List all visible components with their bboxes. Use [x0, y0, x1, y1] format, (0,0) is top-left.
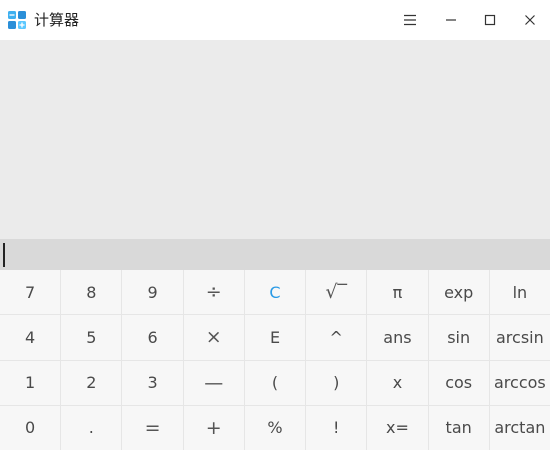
key-e[interactable]: E — [244, 315, 306, 360]
key-6[interactable]: 6 — [122, 315, 183, 360]
key-cos[interactable]: cos — [428, 360, 489, 405]
maximize-icon — [484, 14, 496, 26]
key-1[interactable]: 1 — [0, 360, 61, 405]
key-plus[interactable]: + — [183, 405, 244, 450]
key-exp[interactable]: exp — [428, 270, 489, 315]
key-2[interactable]: 2 — [61, 360, 122, 405]
key-divide[interactable]: ÷ — [183, 270, 244, 315]
key-3[interactable]: 3 — [122, 360, 183, 405]
key-close-paren[interactable]: ) — [306, 360, 367, 405]
maximize-button[interactable] — [470, 0, 510, 40]
key-decimal[interactable]: . — [61, 405, 122, 450]
title-bar: 计算器 — [0, 0, 550, 40]
text-caret — [3, 243, 5, 267]
key-8[interactable]: 8 — [61, 270, 122, 315]
key-open-paren[interactable]: ( — [244, 360, 306, 405]
key-sin[interactable]: sin — [428, 315, 489, 360]
minimize-icon — [446, 19, 456, 21]
key-clear[interactable]: C — [244, 270, 306, 315]
minimize-button[interactable] — [431, 0, 471, 40]
key-sqrt[interactable]: √‾ — [306, 270, 367, 315]
key-9[interactable]: 9 — [122, 270, 183, 315]
keypad: 7 8 9 ÷ C √‾ π exp ln 4 5 6 × E ^ ans si… — [0, 270, 550, 450]
menu-button[interactable] — [390, 0, 430, 40]
key-arccos[interactable]: arccos — [489, 360, 550, 405]
key-multiply[interactable]: × — [183, 315, 244, 360]
key-percent[interactable]: % — [244, 405, 306, 450]
history-display — [0, 40, 550, 239]
key-4[interactable]: 4 — [0, 315, 61, 360]
key-minus[interactable]: — — [183, 360, 244, 405]
key-5[interactable]: 5 — [61, 315, 122, 360]
calculator-window: 计算器 7 8 9 ÷ C √‾ π exp ln 4 5 6 × E ^ an… — [0, 0, 550, 450]
key-tan[interactable]: tan — [428, 405, 489, 450]
hamburger-menu-icon — [404, 14, 416, 26]
close-icon — [525, 15, 535, 25]
key-pi[interactable]: π — [367, 270, 428, 315]
key-arctan[interactable]: arctan — [489, 405, 550, 450]
key-ans[interactable]: ans — [367, 315, 428, 360]
key-x-equals[interactable]: x= — [367, 405, 428, 450]
key-power[interactable]: ^ — [306, 315, 367, 360]
calculator-app-icon — [8, 11, 26, 29]
key-ln[interactable]: ln — [489, 270, 550, 315]
window-title: 计算器 — [34, 11, 80, 29]
key-factorial[interactable]: ! — [306, 405, 367, 450]
key-x[interactable]: x — [367, 360, 428, 405]
expression-input[interactable] — [0, 239, 550, 270]
key-7[interactable]: 7 — [0, 270, 61, 315]
close-button[interactable] — [510, 0, 550, 40]
key-equals[interactable]: = — [122, 405, 183, 450]
key-arcsin[interactable]: arcsin — [489, 315, 550, 360]
key-0[interactable]: 0 — [0, 405, 61, 450]
